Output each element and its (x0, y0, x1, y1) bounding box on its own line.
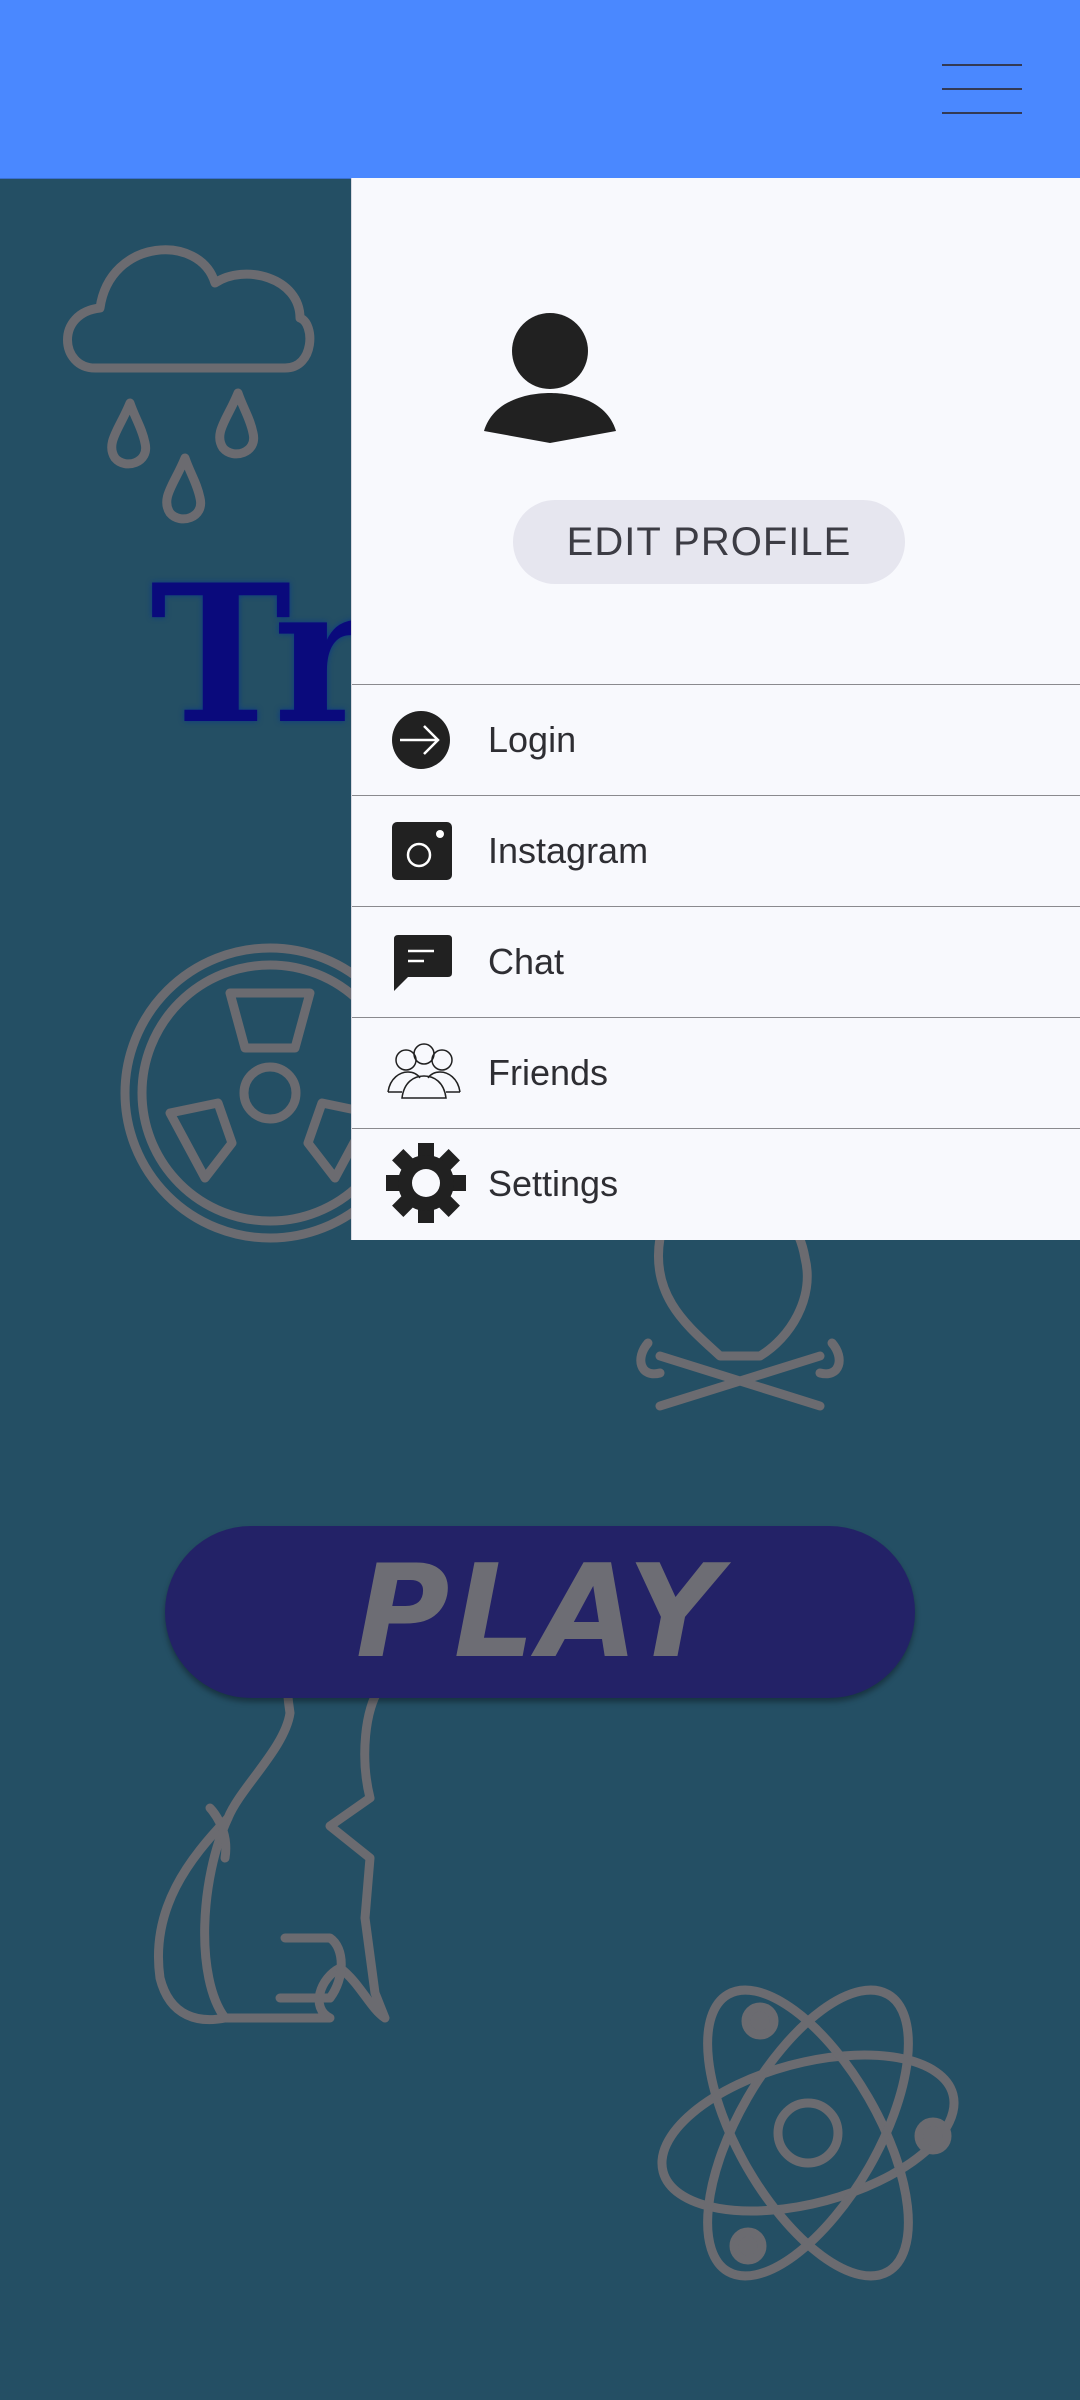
menu-item-label: Settings (488, 1163, 619, 1204)
instagram-icon (392, 822, 452, 880)
menu-item-settings[interactable]: Settings (352, 1128, 1080, 1239)
navigation-drawer: EDIT PROFILE Login Instagram Chat Friend… (351, 178, 1080, 1240)
play-button[interactable]: PLAY (165, 1526, 915, 1698)
user-avatar-icon[interactable] (482, 313, 618, 453)
game-title: Tr (150, 543, 374, 766)
play-button-label: PLAY (355, 1537, 725, 1687)
menu-item-label: Chat (488, 941, 565, 982)
gear-icon (386, 1143, 466, 1223)
chat-bubble-icon (394, 935, 452, 991)
atom-icon (657, 1985, 959, 2281)
menu-item-chat[interactable]: Chat (352, 906, 1080, 1017)
menu-item-login[interactable]: Login (352, 684, 1080, 795)
rain-cloud-icon (63, 245, 315, 524)
top-app-bar (0, 0, 1080, 179)
edit-profile-button[interactable]: EDIT PROFILE (513, 500, 905, 584)
friends-group-icon (387, 1043, 461, 1099)
menu-item-label: Instagram (488, 830, 649, 871)
menu-item-label: Login (488, 719, 577, 760)
menu-item-friends[interactable]: Friends (352, 1017, 1080, 1128)
menu-item-label: Friends (488, 1052, 609, 1093)
login-arrow-icon (392, 711, 450, 769)
drawer-menu: Login Instagram Chat Friends Settings (352, 684, 1080, 1239)
hamburger-icon[interactable] (940, 62, 1024, 116)
menu-item-instagram[interactable]: Instagram (352, 795, 1080, 906)
